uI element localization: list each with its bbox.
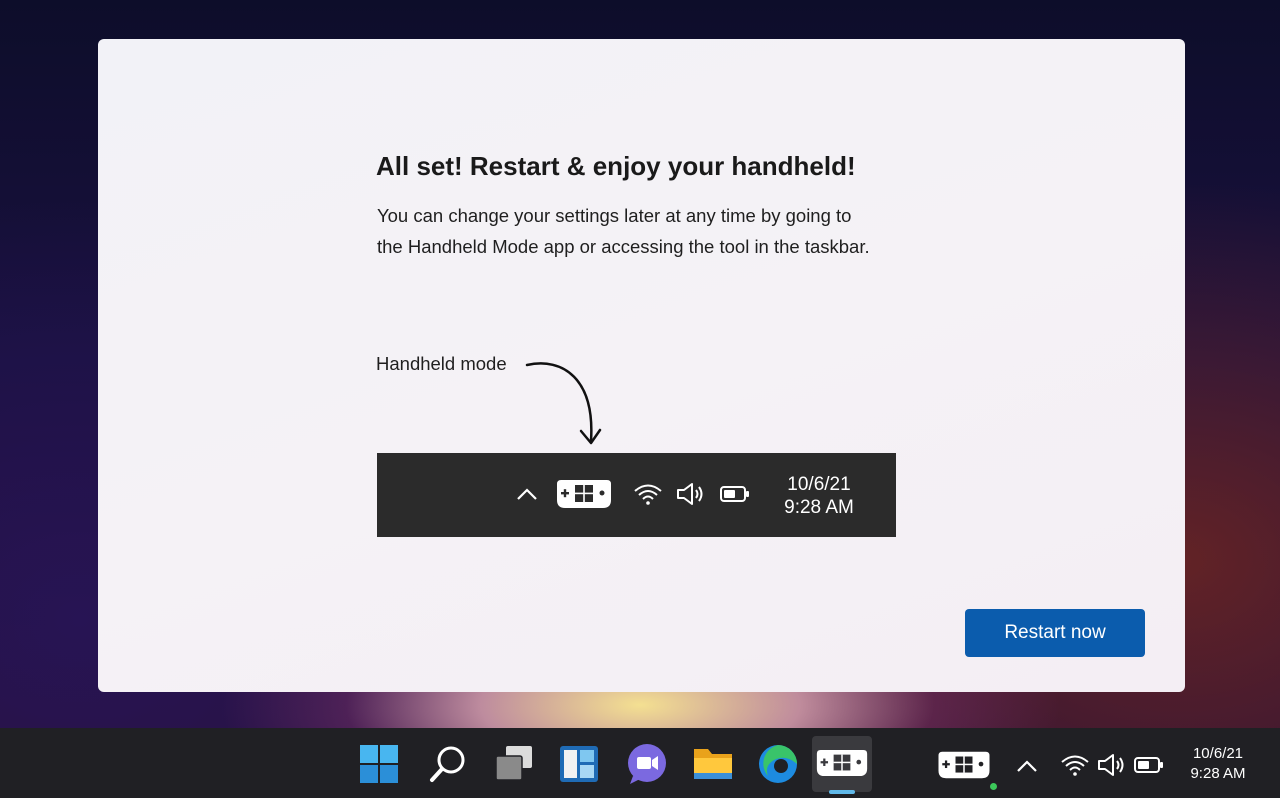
chat-icon[interactable] xyxy=(624,742,670,786)
windows-start-icon[interactable] xyxy=(359,744,399,784)
file-explorer-icon[interactable] xyxy=(692,745,734,783)
wifi-icon[interactable] xyxy=(1060,753,1090,777)
callout-arrow-icon xyxy=(525,362,602,445)
preview-clock: 10/6/21 9:28 AM xyxy=(769,473,869,519)
wifi-icon xyxy=(634,484,662,505)
chevron-up-icon[interactable] xyxy=(1015,758,1039,774)
dialog-description: You can change your settings later at an… xyxy=(377,200,937,262)
search-icon[interactable] xyxy=(427,742,471,786)
task-view-icon[interactable] xyxy=(492,744,536,784)
chevron-up-icon xyxy=(517,488,537,500)
battery-icon xyxy=(720,486,749,502)
restart-now-button[interactable]: Restart now xyxy=(965,609,1145,657)
taskbar-time: 9:28 AM xyxy=(1190,765,1246,782)
active-app-indicator xyxy=(829,790,855,794)
preview-date: 10/6/21 xyxy=(787,474,851,495)
speaker-icon xyxy=(677,483,703,505)
setup-dialog: All set! Restart & enjoy your handheld! … xyxy=(98,39,1185,692)
taskbar: 10/6/21 9:28 AM xyxy=(0,728,1280,798)
description-line-1: You can change your settings later at an… xyxy=(377,205,852,226)
speaker-icon[interactable] xyxy=(1096,752,1128,778)
description-line-2: the Handheld Mode app or accessing the t… xyxy=(377,236,870,257)
handheld-mode-tray-icon[interactable] xyxy=(936,748,992,782)
preview-time: 9:28 AM xyxy=(784,497,854,518)
edge-browser-icon[interactable] xyxy=(756,742,800,786)
battery-icon[interactable] xyxy=(1133,756,1165,774)
status-dot xyxy=(990,783,997,790)
taskbar-preview: 10/6/21 9:28 AM xyxy=(377,453,896,537)
taskbar-clock[interactable]: 10/6/21 9:28 AM xyxy=(1178,744,1258,784)
handheld-mode-app-icon[interactable] xyxy=(815,746,869,780)
widgets-icon[interactable] xyxy=(558,744,600,784)
handheld-mode-callout-label: Handheld mode xyxy=(376,353,507,374)
handheld-mode-icon xyxy=(557,480,611,508)
dialog-title: All set! Restart & enjoy your handheld! xyxy=(376,151,856,181)
taskbar-date: 10/6/21 xyxy=(1192,745,1244,762)
